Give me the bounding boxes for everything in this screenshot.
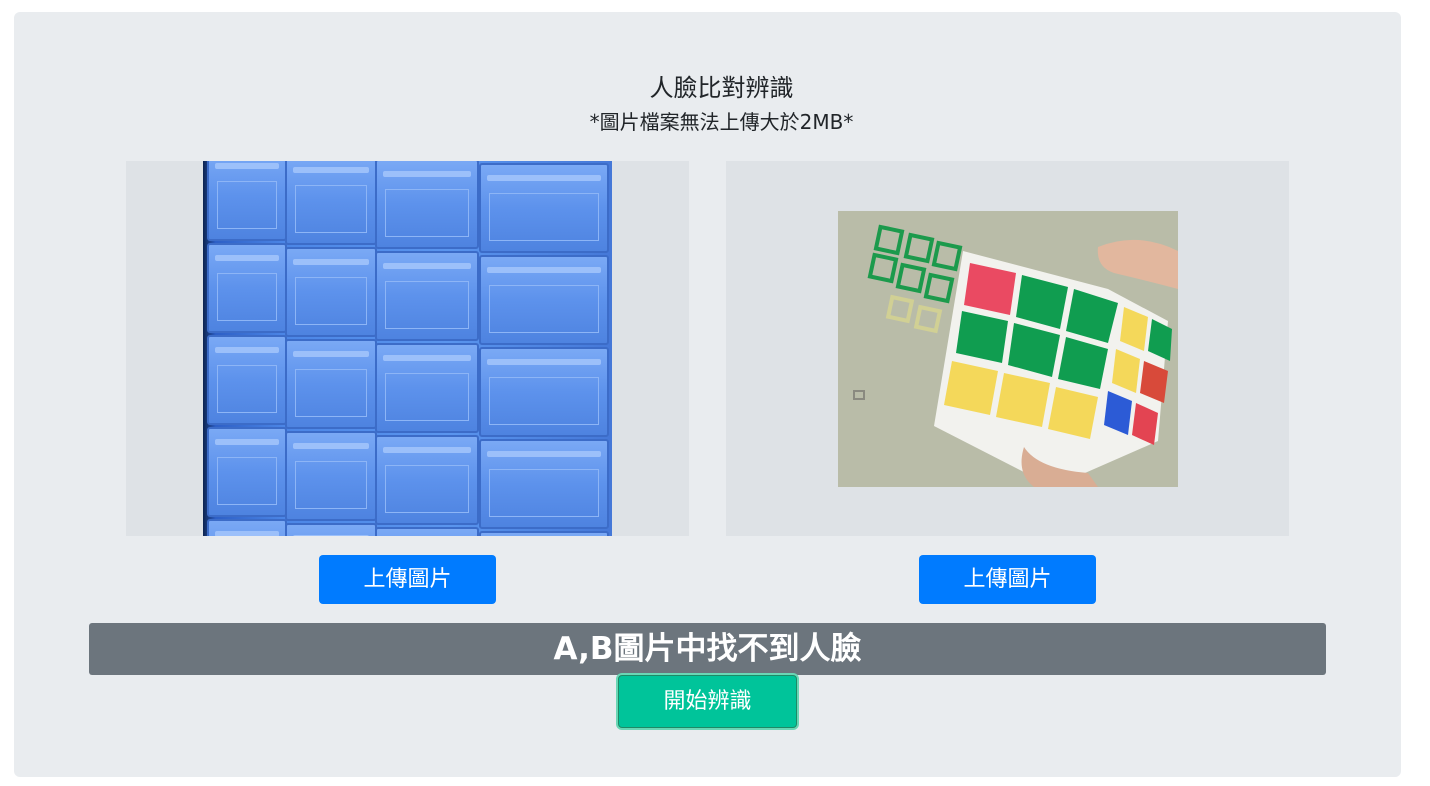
upload-image-a-button[interactable]: 上傳圖片 — [319, 555, 496, 604]
crate-tile — [285, 431, 377, 521]
rubik-cube-image — [838, 211, 1178, 487]
crate-tile — [207, 335, 287, 425]
start-recognition-button[interactable]: 開始辨識 — [618, 675, 797, 728]
crate-tile — [375, 527, 479, 536]
crate-tile — [207, 243, 287, 333]
crate-tile — [479, 439, 609, 529]
upload-image-b-button[interactable]: 上傳圖片 — [919, 555, 1096, 604]
crate-tile — [207, 427, 287, 517]
crate-tile — [479, 347, 609, 437]
crate-tile — [285, 339, 377, 429]
crate-tile — [375, 435, 479, 525]
crate-tile — [479, 163, 609, 253]
crates-image — [203, 161, 612, 536]
crate-tile — [285, 247, 377, 337]
crate-tile — [375, 251, 479, 341]
crate-tile — [479, 531, 609, 536]
crate-tile — [285, 161, 377, 245]
crate-tile — [479, 255, 609, 345]
crate-tile — [207, 161, 287, 241]
crate-tile — [375, 343, 479, 433]
crate-tile — [207, 519, 287, 536]
rubik-cube-illustration — [838, 211, 1178, 487]
upload-size-notice: *圖片檔案無法上傳大於2MB* — [589, 110, 854, 134]
image-b-preview — [726, 161, 1289, 536]
page-title: 人臉比對辨識 — [649, 74, 794, 102]
crate-tile — [285, 523, 377, 536]
image-a-preview — [126, 161, 689, 536]
result-message: A,B圖片中找不到人臉 — [89, 623, 1326, 675]
crate-tile — [375, 161, 479, 249]
